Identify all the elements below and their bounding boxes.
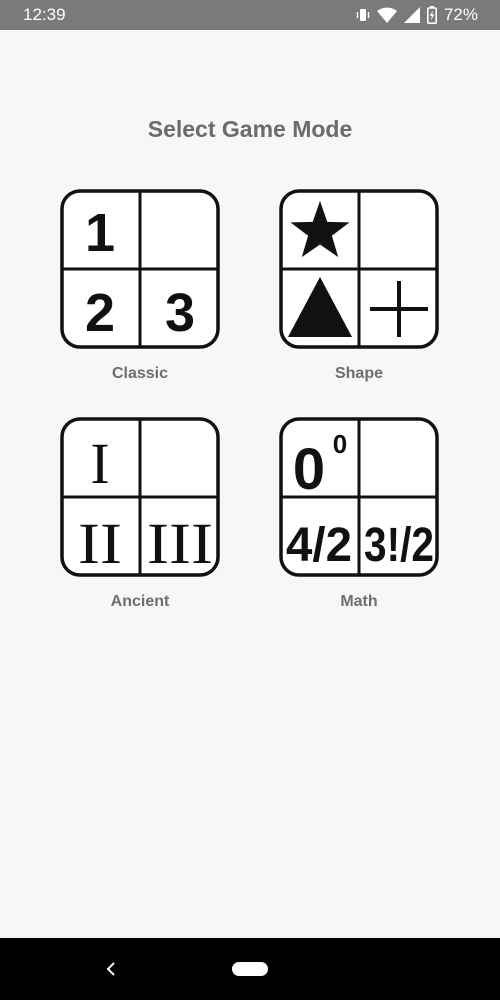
battery-icon [426,6,437,24]
shape-tile-icon [279,189,439,349]
classic-tile-1: 1 [85,203,115,263]
status-time: 12:39 [23,5,66,24]
signal-icon [403,7,420,23]
navigation-bar [0,938,500,1000]
ancient-tile-i: I [90,431,109,496]
classic-tile-icon: 1 2 3 [60,189,220,349]
mode-ancient-button[interactable]: I II III Ancient [50,417,230,627]
vibrate-icon [356,7,370,23]
ancient-tile-ii: II [78,511,122,576]
classic-tile-2: 2 [85,283,115,343]
math-tile-three-factorial-halves: 3!/2 [364,519,434,572]
math-tile-four-halves: 4/2 [286,519,352,572]
math-tile-zero-base: 0 [293,437,325,502]
mode-classic-button[interactable]: 1 2 3 Classic [50,189,230,399]
home-pill[interactable] [232,962,268,976]
mode-shape-button[interactable]: Shape [269,189,449,399]
wifi-icon [376,7,397,23]
math-tile-zero-exponent: 0 [333,429,347,459]
mode-classic-label: Classic [111,365,169,382]
page-title: Select Game Mode [147,116,353,142]
ancient-tile-iii: III [147,511,213,576]
status-icons: 72% [356,4,478,26]
classic-tile-3: 3 [165,283,195,343]
status-bar: 12:39 72% [0,0,500,30]
battery-percent: 72% [443,5,478,24]
back-icon[interactable] [100,958,122,980]
mode-shape-label: Shape [334,365,383,382]
mode-math-button[interactable]: 0 0 4/2 3!/2 Math [269,417,449,627]
mode-ancient-label: Ancient [110,593,170,610]
ancient-tile-icon: I II III [60,417,220,577]
screen: 12:39 72% Select Game Mode 1 2 3 Classic… [0,0,500,1000]
mode-math-label: Math [340,593,378,610]
math-tile-icon: 0 0 4/2 3!/2 [279,417,439,577]
